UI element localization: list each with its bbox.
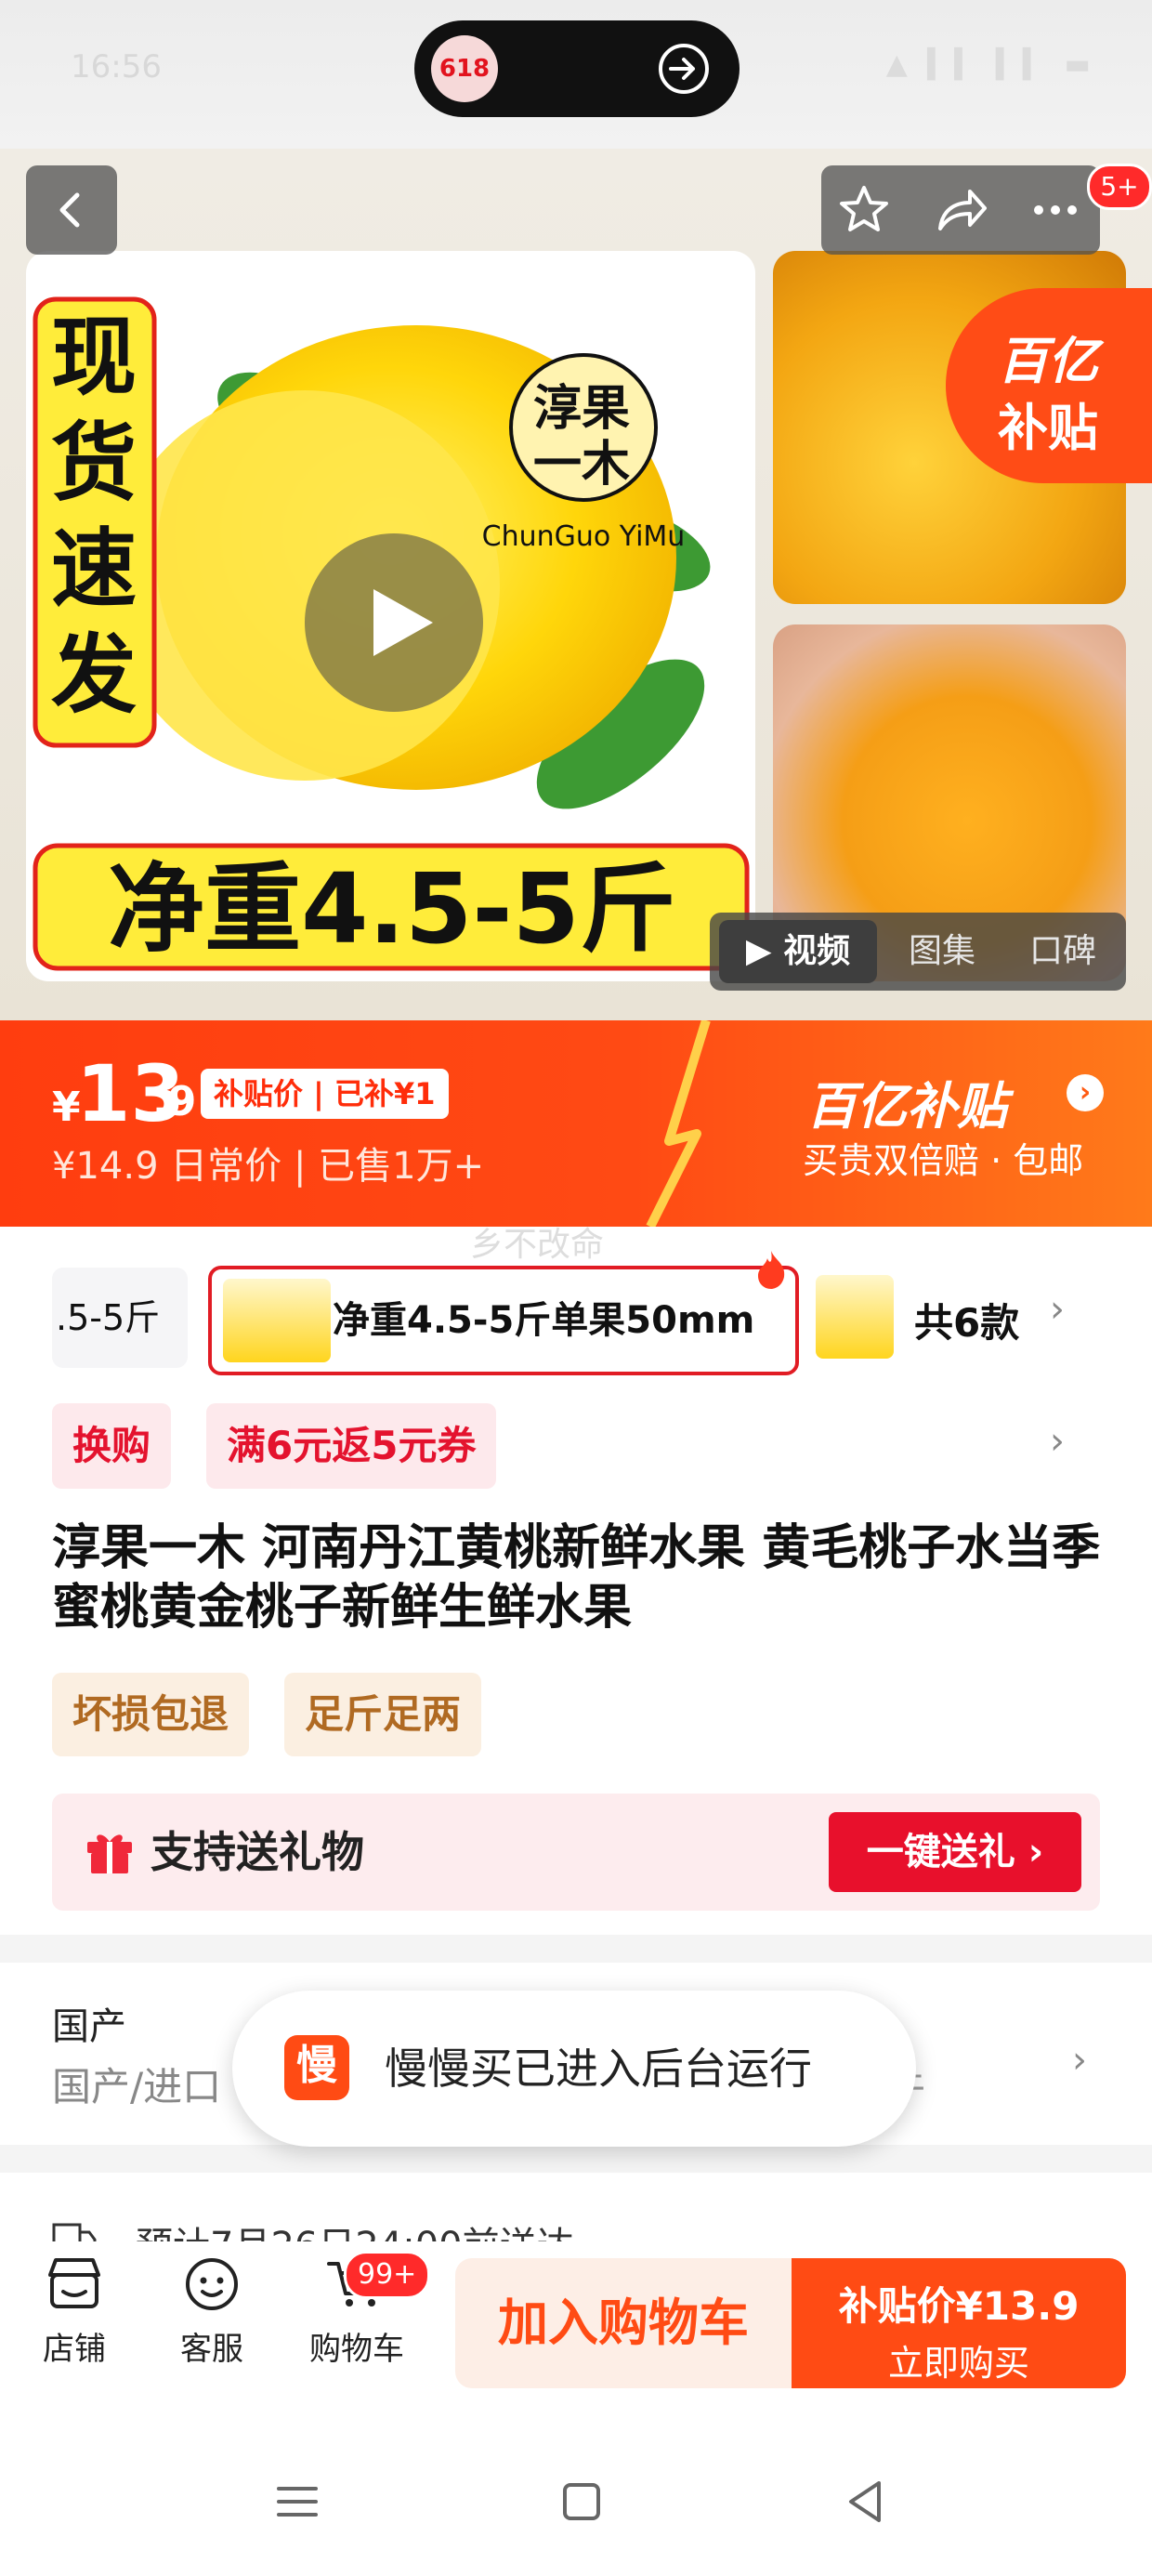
star-favorite-icon[interactable] [836,182,892,238]
tab-album[interactable]: 图集 [886,913,998,991]
main-image-promo-vertical: 现货速发 [50,308,137,725]
subsidy-program-subtitle: 买贵双倍赔 · 包邮 [803,1140,1084,1181]
add-to-cart-button[interactable]: 加入购物车 [455,2258,792,2388]
buy-now-button[interactable]: 补贴价¥13.9 立即购买 [792,2258,1126,2388]
nav-cart-label: 购物车 [309,2331,404,2368]
brand-logo-cn: 淳果一木 [532,381,630,493]
subsidy-corner-badge: 百亿 补贴 [946,288,1152,483]
app-618-logo: 618 [431,35,498,102]
nav-shop[interactable]: 店铺 [9,2251,139,2369]
fire-icon [758,1251,785,1289]
manmanmai-app-icon: 慢 [284,2035,349,2100]
top-action-group [821,165,1100,255]
share-icon[interactable] [933,182,988,238]
chevron-left-icon [59,192,80,228]
price-decimal: .9 [152,1078,197,1125]
product-title: 淳果一木 河南丹江黄桃新鲜水果 黄毛桃子水当季蜜桃黄金桃子新鲜生鲜水果 [52,1520,1101,1636]
lightning-divider [646,1020,711,1227]
guarantee-tag-full-weight[interactable]: 足斤足两 [284,1673,482,1756]
brand-logo-en: ChunGuo YiMu [481,520,686,553]
buy-now-label: 立即购买 [887,2343,1029,2384]
status-icons: ▲ ▍▍ ▍▍ ▬ [885,48,1096,81]
origin-subtitle: 国产/进口 [52,2064,222,2109]
subsidy-corner-line2: 补贴 [998,399,1098,457]
chevron-right-icon[interactable]: › [1050,1420,1065,1463]
service-icon [186,2258,238,2310]
back-button[interactable] [26,165,117,255]
chevron-right-icon[interactable]: › [1072,2039,1087,2082]
subsidy-program-title[interactable]: 百亿补贴 [806,1065,1007,1138]
notification-badge: 5+ [1087,164,1152,210]
enter-arrow-icon[interactable] [656,41,712,97]
nav-shop-label: 店铺 [43,2331,106,2368]
promo-tag-exchange[interactable]: 换购 [52,1403,172,1489]
home-square-icon[interactable] [554,2474,609,2530]
guarantee-tag-damage-refund[interactable]: 坏损包退 [52,1673,250,1756]
back-triangle-icon[interactable] [838,2474,894,2530]
toast-message: 慢慢买已进入后台运行 [385,2044,812,2094]
promo-tag-coupon[interactable]: 满6元返5元券 [206,1403,497,1489]
subsidy-program-arrow[interactable]: › [1067,1074,1104,1111]
menu-icon[interactable] [269,2474,325,2530]
send-gift-button[interactable]: 一键送礼 › [829,1812,1081,1892]
gift-icon [87,1834,132,1873]
tab-video[interactable]: ▶ 视频 [719,913,877,991]
gift-support-row[interactable]: 支持送礼物 一键送礼 › [52,1794,1100,1911]
main-product-image[interactable]: 现货速发 净重4.5-5斤 淳果一木 ChunGuo YiMu [26,251,755,981]
origin-title: 国产 [52,2005,126,2048]
main-image-weight-label: 净重4.5-5斤 [108,852,676,966]
spec-option-next-thumbnail[interactable] [816,1275,894,1359]
floating-app-pill[interactable]: 618 [414,20,740,117]
nav-service-label: 客服 [180,2331,243,2368]
spec-count[interactable]: 共6款 [914,1292,1019,1348]
status-time: 16:56 [71,48,162,85]
subsidy-price-tag: 补贴价 | 已补¥1 [201,1069,449,1119]
watermark-text: 乡不改命 [470,1226,605,1264]
bottom-action-bar: 店铺 客服 购物车 99+ 加入购物车 补贴价¥13.9 立即购买 [0,2241,1152,2414]
spec-option-partial[interactable]: .5-5斤 [52,1268,188,1368]
price-bar: ¥ 13 .9 补贴价 | 已补¥1 ¥14.9 日常价 | 已售1万+ 百亿补… [0,1020,1152,1227]
chevron-right-icon[interactable]: › [1050,1288,1065,1331]
system-navigation-bar [0,2414,1152,2576]
gift-label: 支持送礼物 [151,1827,364,1877]
more-options-icon[interactable] [1028,182,1083,238]
nav-customer-service[interactable]: 客服 [147,2251,277,2369]
spec-option-selected[interactable]: 净重4.5-5斤单果50mm [208,1266,799,1375]
media-tabs: ▶ 视频 图集 口碑 [710,913,1126,991]
play-video-icon[interactable] [301,530,487,716]
buy-now-price: 补贴价¥13.9 [838,2283,1080,2329]
subsidy-corner-line1: 百亿 [998,332,1098,390]
background-running-toast: 慢 慢慢买已进入后台运行 [232,1991,916,2147]
original-price-and-sales: ¥14.9 日常价 | 已售1万+ [52,1145,485,1188]
cart-count-badge: 99+ [344,2251,431,2299]
shop-icon [48,2258,100,2308]
spec-thumbnail [223,1279,331,1362]
tab-reviews[interactable]: 口碑 [1007,913,1119,991]
spec-selected-label: 净重4.5-5斤单果50mm [333,1299,755,1342]
